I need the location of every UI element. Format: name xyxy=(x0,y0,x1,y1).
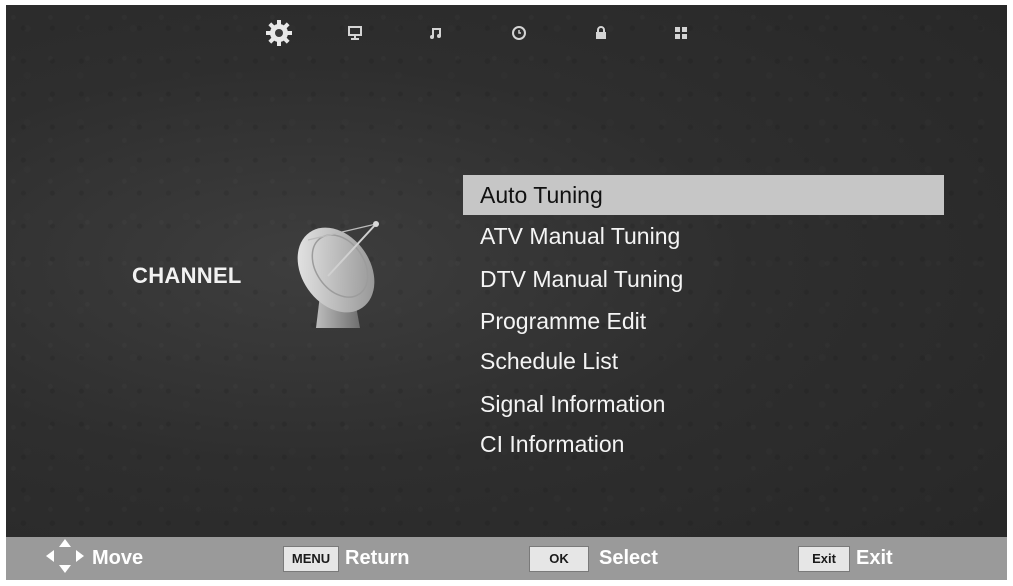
monitor-icon[interactable] xyxy=(337,15,373,51)
tv-screen: CHANNEL Auto Tuning ATV Manual Tuning DT… xyxy=(6,5,1007,580)
grid-icon[interactable] xyxy=(663,15,699,51)
hint-exit: Exit Exit xyxy=(798,537,893,580)
menu-item-schedule-list[interactable]: Schedule List xyxy=(463,341,944,381)
menu-item-signal-information[interactable]: Signal Information xyxy=(463,384,944,424)
hint-return-label: Return xyxy=(345,547,410,569)
hint-exit-label: Exit xyxy=(856,547,893,569)
exit-key[interactable]: Exit xyxy=(798,545,850,572)
hint-select-label: Select xyxy=(599,547,658,569)
satellite-dish-icon xyxy=(288,210,398,335)
bottom-hint-bar: Move MENU Return OK Select Exit Exit xyxy=(6,537,1007,580)
ok-key[interactable]: OK xyxy=(529,545,589,572)
menu-item-auto-tuning[interactable]: Auto Tuning xyxy=(463,175,944,215)
menu-item-programme-edit[interactable]: Programme Edit xyxy=(463,301,944,341)
lock-icon[interactable] xyxy=(583,15,619,51)
category-title: CHANNEL xyxy=(132,263,242,288)
clock-icon[interactable] xyxy=(501,15,537,51)
hint-select: OK Select xyxy=(529,537,658,580)
menu-item-ci-information[interactable]: CI Information xyxy=(463,424,944,464)
menu-item-atv-manual-tuning[interactable]: ATV Manual Tuning xyxy=(463,216,944,256)
music-note-icon[interactable] xyxy=(418,15,454,51)
menu-item-dtv-manual-tuning[interactable]: DTV Manual Tuning xyxy=(463,259,944,299)
menu-key[interactable]: MENU xyxy=(283,545,339,572)
hint-move: Move xyxy=(44,537,143,580)
arrow-keys-icon xyxy=(44,537,86,580)
hint-return: MENU Return xyxy=(283,537,409,580)
gear-icon[interactable] xyxy=(261,15,297,51)
hint-move-label: Move xyxy=(92,547,144,569)
